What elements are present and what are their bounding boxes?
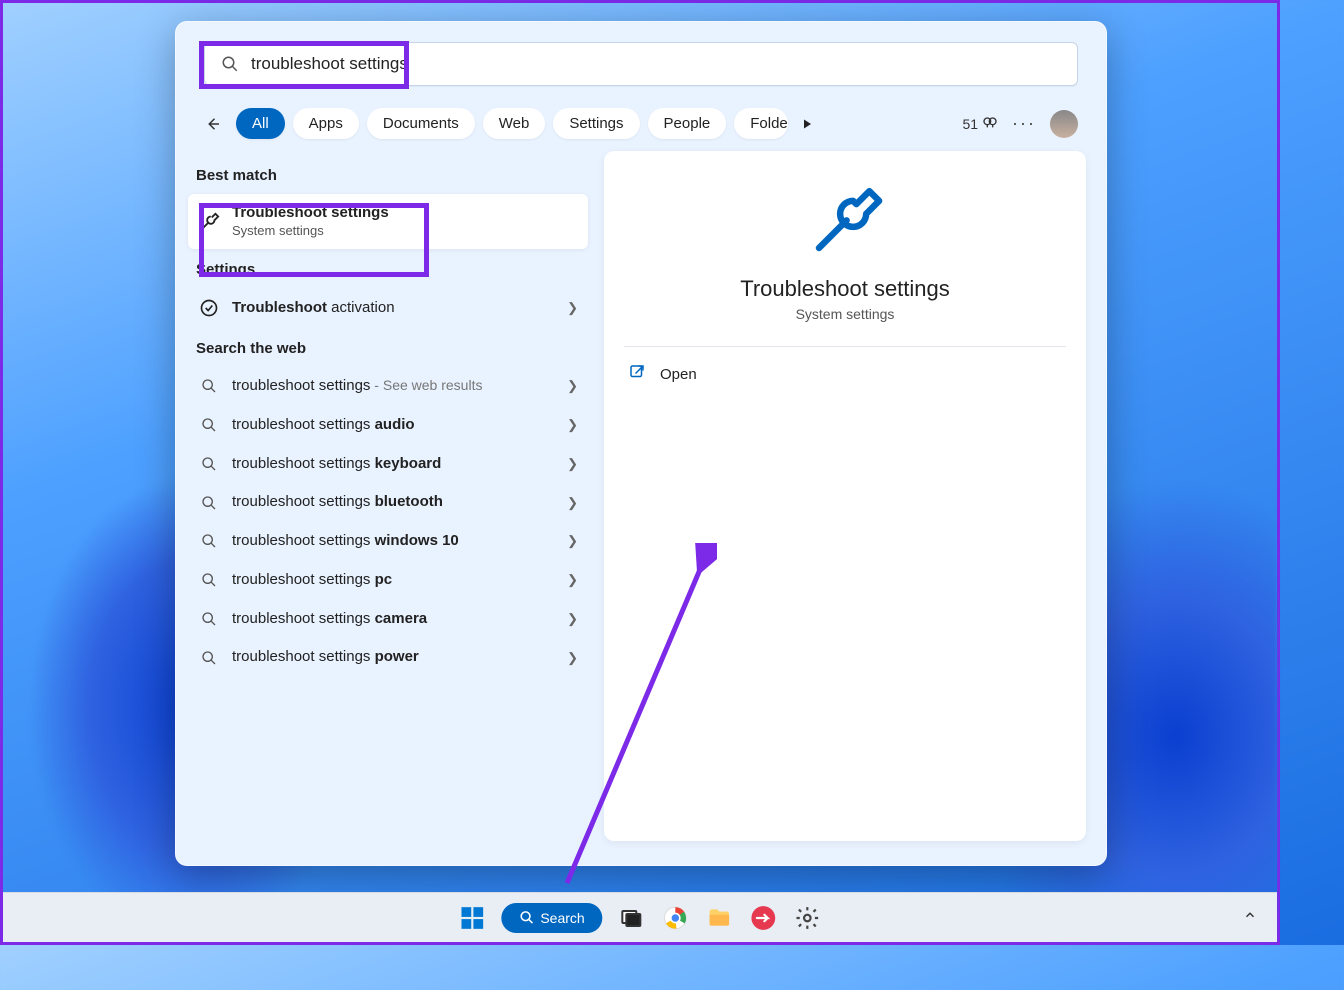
trophy-icon xyxy=(982,116,998,132)
open-icon xyxy=(628,363,646,386)
tab-web[interactable]: Web xyxy=(483,108,546,139)
tab-folders[interactable]: Folders xyxy=(734,108,788,139)
search-bar[interactable] xyxy=(204,42,1078,86)
check-circle-icon xyxy=(198,298,220,318)
filter-row: All Apps Documents Web Settings People F… xyxy=(176,100,1106,147)
taskbar: Search xyxy=(3,892,1277,942)
web-result-item[interactable]: troubleshoot settings windows 10 ❯ xyxy=(188,522,588,561)
file-explorer-icon[interactable] xyxy=(705,903,735,933)
wrench-icon xyxy=(198,211,220,233)
preview-pane: Troubleshoot settings System settings Op… xyxy=(604,151,1086,841)
tab-all[interactable]: All xyxy=(236,108,285,139)
chevron-right-icon: ❯ xyxy=(567,378,578,394)
tab-apps[interactable]: Apps xyxy=(293,108,359,139)
preview-title: Troubleshoot settings xyxy=(624,276,1066,302)
show-hidden-icons[interactable] xyxy=(1243,908,1277,927)
search-input[interactable] xyxy=(251,54,1063,74)
best-match-label: Best match xyxy=(188,155,588,194)
preview-subtitle: System settings xyxy=(624,306,1066,322)
app-icon[interactable] xyxy=(749,903,779,933)
chevron-right-icon: ❯ xyxy=(567,495,578,511)
best-match-title: Troubleshoot settings xyxy=(232,204,578,223)
taskbar-search-label: Search xyxy=(540,910,584,926)
wrench-icon xyxy=(624,183,1066,266)
search-icon xyxy=(198,495,220,511)
settings-result-item[interactable]: Troubleshoot activation ❯ xyxy=(188,288,588,328)
chevron-right-icon: ❯ xyxy=(567,417,578,433)
tab-people[interactable]: People xyxy=(648,108,727,139)
search-icon xyxy=(219,55,241,73)
search-icon xyxy=(198,650,220,666)
rewards-points: 51 xyxy=(962,116,978,132)
search-icon xyxy=(519,910,534,925)
more-button[interactable]: ··· xyxy=(1012,113,1036,134)
open-action[interactable]: Open xyxy=(624,353,1066,396)
chevron-right-icon: ❯ xyxy=(567,611,578,627)
user-avatar[interactable] xyxy=(1050,110,1078,138)
web-result-item[interactable]: troubleshoot settings power ❯ xyxy=(188,638,588,677)
chevron-right-icon: ❯ xyxy=(567,572,578,588)
search-icon xyxy=(198,456,220,472)
taskbar-search-button[interactable]: Search xyxy=(501,903,602,933)
task-view-button[interactable] xyxy=(617,903,647,933)
web-result-item[interactable]: troubleshoot settings camera ❯ xyxy=(188,600,588,639)
web-result-item[interactable]: troubleshoot settings keyboard ❯ xyxy=(188,445,588,484)
settings-section-label: Settings xyxy=(188,249,588,288)
web-section-label: Search the web xyxy=(188,328,588,367)
search-window: All Apps Documents Web Settings People F… xyxy=(175,21,1107,866)
chevron-right-icon: ❯ xyxy=(567,650,578,666)
search-icon xyxy=(198,611,220,627)
best-match-subtitle: System settings xyxy=(232,223,578,239)
back-button[interactable] xyxy=(198,109,228,139)
open-label: Open xyxy=(660,366,697,383)
scroll-tabs-right[interactable] xyxy=(796,113,818,135)
search-icon xyxy=(198,417,220,433)
start-button[interactable] xyxy=(457,903,487,933)
best-match-item[interactable]: Troubleshoot settings System settings xyxy=(188,194,588,249)
results-list: Best match Troubleshoot settings System … xyxy=(188,155,588,841)
divider xyxy=(624,346,1066,347)
web-result-item[interactable]: troubleshoot settings pc ❯ xyxy=(188,561,588,600)
tab-settings[interactable]: Settings xyxy=(553,108,639,139)
search-icon xyxy=(198,533,220,549)
chevron-right-icon: ❯ xyxy=(567,533,578,549)
web-result-item[interactable]: troubleshoot settings bluetooth ❯ xyxy=(188,483,588,522)
settings-icon[interactable] xyxy=(793,903,823,933)
tab-documents[interactable]: Documents xyxy=(367,108,475,139)
chevron-right-icon: ❯ xyxy=(567,300,578,316)
search-icon xyxy=(198,378,220,394)
web-result-item[interactable]: troubleshoot settings audio ❯ xyxy=(188,406,588,445)
rewards-badge[interactable]: 51 xyxy=(962,116,998,132)
search-icon xyxy=(198,572,220,588)
web-result-item[interactable]: troubleshoot settings - See web results … xyxy=(188,367,588,406)
chevron-right-icon: ❯ xyxy=(567,456,578,472)
chrome-icon[interactable] xyxy=(661,903,691,933)
